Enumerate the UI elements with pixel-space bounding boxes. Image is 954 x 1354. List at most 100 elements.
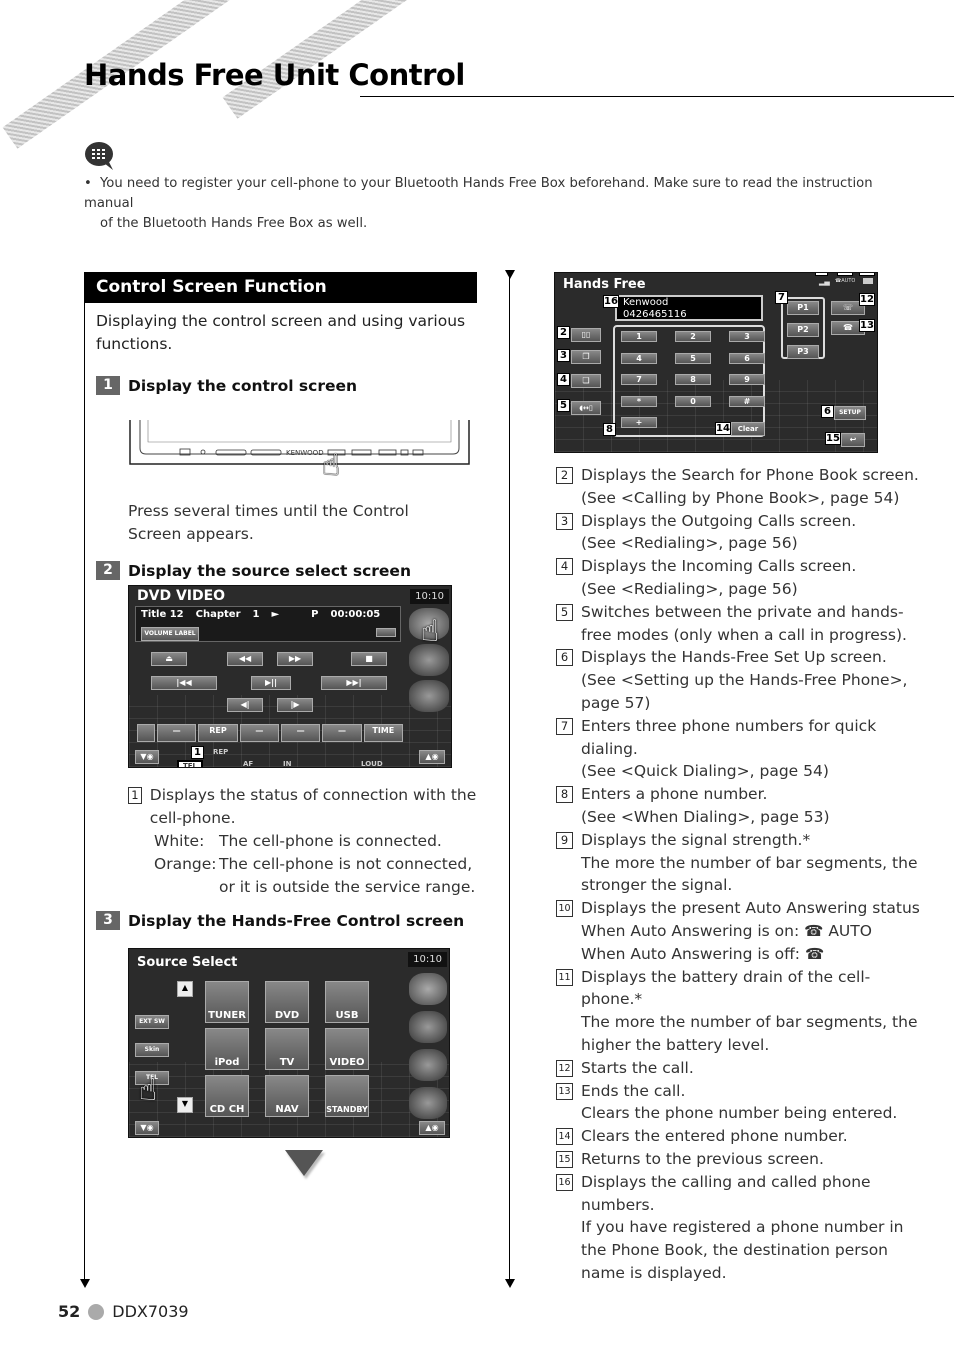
volume-down-button[interactable]: ▼◉ xyxy=(135,750,159,764)
description-text: Displays the present Auto Answering stat… xyxy=(581,897,926,965)
page-title: Hands Free Unit Control xyxy=(84,58,465,92)
function-bar-button[interactable]: — xyxy=(239,724,279,742)
private-handsfree-toggle-button[interactable]: ◖↔▯ xyxy=(571,401,601,415)
source-video[interactable]: VIDEO xyxy=(325,1028,369,1070)
description-line: Clears the entered phone number. xyxy=(581,1127,848,1146)
source-ipod[interactable]: iPod xyxy=(205,1028,249,1070)
volume-down-button[interactable]: ▼◉ xyxy=(135,1121,159,1135)
auto-answer-icon: ☎AUTO xyxy=(835,278,856,284)
preset-p1[interactable]: P1 xyxy=(787,301,819,315)
description-text: Starts the call. xyxy=(581,1057,926,1080)
clear-button[interactable]: Clear xyxy=(731,422,765,436)
key-7[interactable]: 7 xyxy=(621,374,657,386)
next-step-arrow-icon xyxy=(285,1150,323,1176)
outgoing-calls-button[interactable]: ❐ xyxy=(571,350,601,364)
key-5[interactable]: 5 xyxy=(675,352,711,364)
description-line: (See <Redialing>, page 56) xyxy=(581,534,798,553)
setup-icon[interactable] xyxy=(409,680,449,712)
incoming-calls-button[interactable]: ❏ xyxy=(571,374,601,388)
volume-up-button[interactable]: ▲◉ xyxy=(419,1121,445,1135)
source-nav[interactable]: NAV xyxy=(265,1075,309,1117)
ext-sw-button[interactable]: EXT SW xyxy=(135,1015,169,1029)
description-text: Displays the Incoming Calls screen. (See … xyxy=(581,555,926,601)
volume-up-button[interactable]: ▲◉ xyxy=(419,750,445,764)
callout-7: 7 xyxy=(775,291,788,304)
description-line: Displays the calling and called phone nu… xyxy=(581,1172,871,1214)
prev-chapter-button[interactable]: |◀◀ xyxy=(151,676,217,690)
key-3[interactable]: 3 xyxy=(729,331,765,342)
volume-label-button[interactable]: VOLUME LABEL xyxy=(141,627,199,641)
description-line: Enters a phone number. xyxy=(581,785,768,804)
stop-button[interactable]: ■ xyxy=(351,652,387,666)
source-dvd[interactable]: DVD xyxy=(265,981,309,1023)
description-line: If you have registered a phone number in… xyxy=(581,1218,904,1282)
function-bar-button[interactable] xyxy=(137,724,155,742)
key-star[interactable]: * xyxy=(621,395,657,407)
setup-button[interactable]: SETUP xyxy=(834,406,866,420)
description-line: Displays the battery drain of the cell-p… xyxy=(581,967,871,1009)
function-bar-button[interactable]: TIME xyxy=(363,724,403,742)
function-bar-button[interactable]: — xyxy=(322,724,362,742)
menu-icon[interactable] xyxy=(409,973,447,1005)
slow-forward-button[interactable]: |▶ xyxy=(277,698,313,712)
preset-p3[interactable]: P3 xyxy=(787,345,819,359)
note-line: You need to register your cell-phone to … xyxy=(84,176,873,211)
battery-icon xyxy=(863,278,873,284)
description-line: Displays the Search for Phone Book scree… xyxy=(581,466,919,484)
scroll-up-button[interactable]: ▲ xyxy=(177,981,193,997)
skin-button[interactable]: Skin xyxy=(135,1043,169,1057)
p-indicator: P xyxy=(311,609,319,620)
flow-arrow-right xyxy=(505,1279,515,1288)
description-line: Displays the present Auto Answering stat… xyxy=(581,899,920,918)
screen-title: Hands Free xyxy=(563,277,646,292)
key-1[interactable]: 1 xyxy=(621,331,657,342)
scroll-down-button[interactable]: ▼ xyxy=(177,1097,193,1113)
key-0[interactable]: 0 xyxy=(675,395,711,407)
key-4[interactable]: 4 xyxy=(621,352,657,364)
key-2[interactable]: 2 xyxy=(675,331,711,342)
description-item: 9 Displays the signal strength.* The more … xyxy=(556,829,926,897)
callout-12: 12 xyxy=(859,293,875,306)
description-text: Displays the Outgoing Calls screen. (See … xyxy=(581,510,926,556)
function-bar-button[interactable]: REP xyxy=(198,724,238,742)
key-hash[interactable]: # xyxy=(729,395,765,407)
key-9[interactable]: 9 xyxy=(729,374,765,386)
play-pause-button[interactable]: ▶|| xyxy=(251,676,291,690)
source-tuner[interactable]: TUNER xyxy=(205,981,249,1023)
key-6[interactable]: 6 xyxy=(729,352,765,364)
key-8[interactable]: 8 xyxy=(675,374,711,386)
function-bar-button[interactable]: — xyxy=(280,724,321,742)
audio-icon[interactable] xyxy=(409,1049,447,1081)
next-chapter-button[interactable]: ▶▶| xyxy=(321,676,387,690)
back-button[interactable]: ↩ xyxy=(841,433,865,447)
description-item: 10 Displays the present Auto Answering st… xyxy=(556,897,926,965)
fast-forward-button[interactable]: ▶▶ xyxy=(277,652,313,666)
more-button[interactable] xyxy=(376,628,396,637)
note-text: • You need to register your cell-phone to… xyxy=(84,174,904,234)
source-cd-changer[interactable]: CD CH xyxy=(205,1075,249,1117)
description-line: Enters three phone numbers for quick dia… xyxy=(581,716,877,758)
step-number: 3 xyxy=(96,911,120,930)
rewind-button[interactable]: ◀◀ xyxy=(227,652,263,666)
source-standby[interactable]: STANDBY xyxy=(325,1075,369,1117)
description-text: Displays the Hands-Free Set Up screen. (S… xyxy=(581,646,926,714)
description-text: Returns to the previous screen. xyxy=(581,1148,926,1171)
function-bar-button[interactable]: — xyxy=(157,724,197,742)
chapter-label: Chapter xyxy=(195,609,241,620)
callout-number: 16 xyxy=(556,1173,573,1191)
description-item: 11 Displays the battery drain of the cell… xyxy=(556,966,926,1057)
callout-number: 4 xyxy=(556,558,573,576)
scene-icon[interactable] xyxy=(409,1011,447,1043)
eject-button[interactable]: ⏏ xyxy=(151,652,187,666)
phonebook-button[interactable]: ▯▯ xyxy=(571,328,601,342)
source-usb[interactable]: USB xyxy=(325,981,369,1023)
description-line: Switches between the private and hands-f… xyxy=(581,602,907,644)
preset-p2[interactable]: P2 xyxy=(787,323,819,337)
setup-icon[interactable] xyxy=(409,1087,447,1119)
source-tv[interactable]: TV xyxy=(265,1028,309,1070)
key-plus[interactable]: + xyxy=(621,417,657,429)
clock: 10:10 xyxy=(410,589,449,604)
screen-title: DVD VIDEO xyxy=(137,588,226,604)
slow-rewind-button[interactable]: ◀| xyxy=(227,698,263,712)
clock: 10:10 xyxy=(408,952,447,967)
